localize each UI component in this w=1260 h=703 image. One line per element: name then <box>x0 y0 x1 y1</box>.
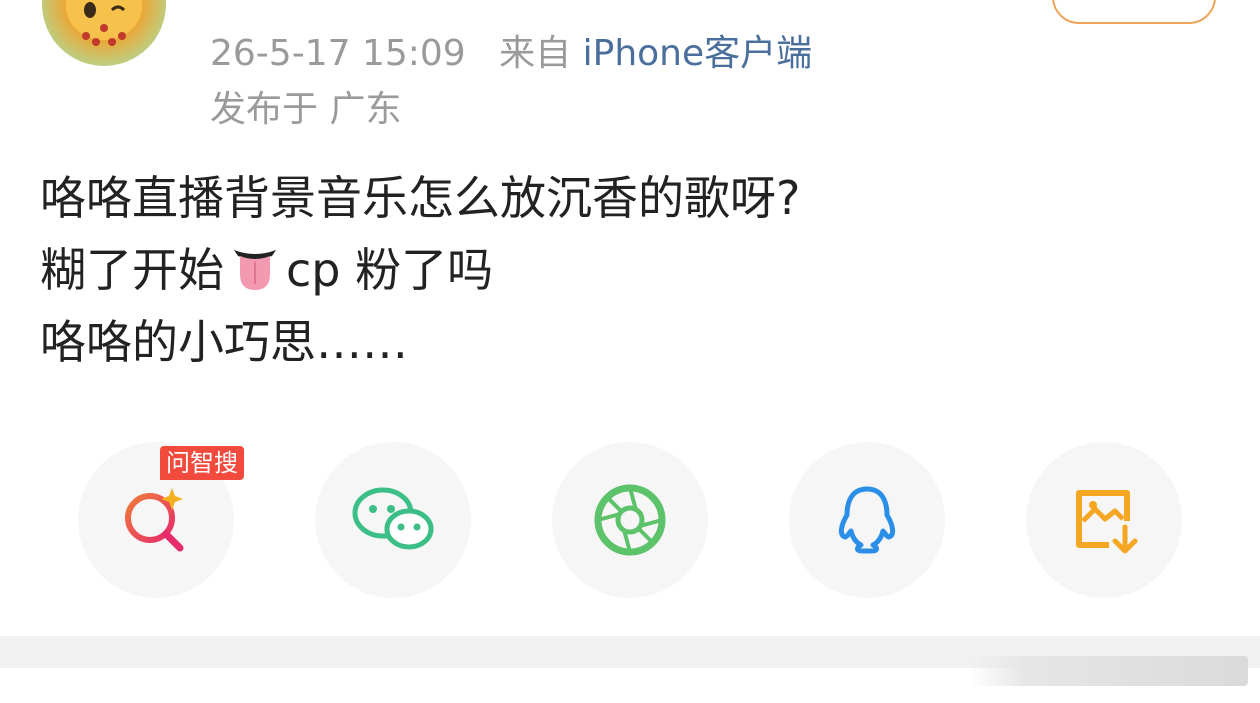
post-location: 发布于 广东 <box>210 89 402 130</box>
source-prefix: 来自 <box>499 33 572 74</box>
post-line-2-text-a: 糊了开始 <box>40 243 224 297</box>
post-meta: 26-5-17 15:09 来自 iPhone客户端 <box>210 24 812 76</box>
qq-icon <box>838 486 896 554</box>
qq-share-button[interactable] <box>789 442 945 598</box>
tongue-emoji-icon <box>234 250 276 290</box>
moments-share-button[interactable] <box>552 442 708 598</box>
post-content: 咯咯直播背景音乐怎么放沉香的歌呀? 糊了开始 cp 粉了吗 咯咯的小巧思…… <box>40 162 800 378</box>
ai-search-icon <box>125 488 184 552</box>
post-time: 26-5-17 15:09 <box>210 33 466 74</box>
post-line-2: 糊了开始 cp 粉了吗 <box>40 234 800 306</box>
source-client-link[interactable]: iPhone客户端 <box>583 33 813 74</box>
save-image-button[interactable] <box>1026 442 1182 598</box>
post-line-3: 咯咯的小巧思…… <box>40 315 408 369</box>
moments-icon <box>594 484 666 556</box>
ai-search-badge: 问智搜 <box>160 446 244 480</box>
horizontal-scrollbar[interactable] <box>970 656 1248 686</box>
wechat-share-button[interactable] <box>315 442 471 598</box>
post-line-2-text-b: cp 粉了吗 <box>286 243 494 297</box>
user-avatar[interactable] <box>42 0 166 66</box>
wechat-icon <box>352 487 434 550</box>
post-line-1: 咯咯直播背景音乐怎么放沉香的歌呀? <box>40 171 801 225</box>
save-image-icon <box>1076 490 1138 554</box>
follow-button[interactable] <box>1052 0 1216 24</box>
